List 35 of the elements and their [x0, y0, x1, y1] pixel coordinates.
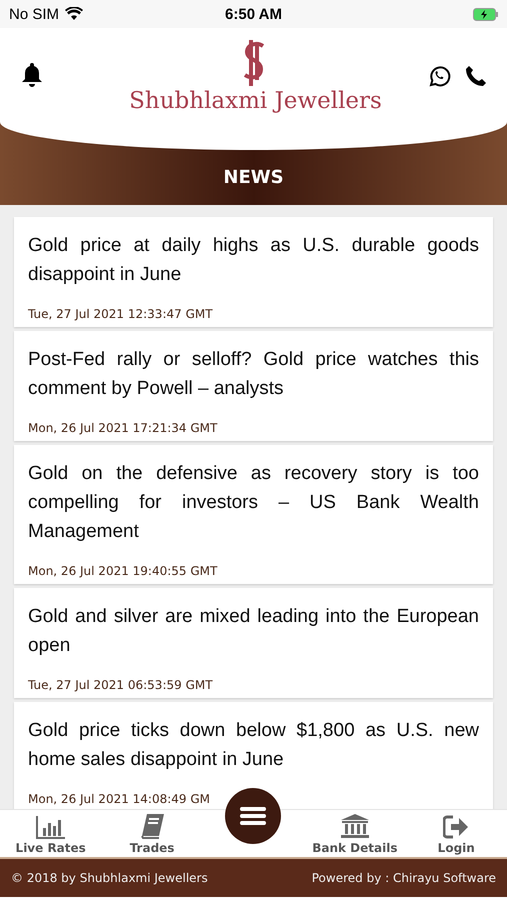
news-date: Tue, 27 Jul 2021 12:33:47 GMT — [28, 307, 214, 321]
nav-tab[interactable]: Login — [411, 810, 502, 857]
page-title: NEWS — [223, 166, 284, 190]
news-card[interactable]: Post-Fed rally or selloff? Gold price watches this comment by Powell – analysts Mon, 26 Jul 2021 17:21:34 GMT — [14, 331, 493, 441]
news-headline: Gold price ticks down below $1,800 as U.S. new home sales disappoint in June — [28, 719, 479, 772]
bar-chart-icon — [36, 815, 66, 839]
news-card[interactable]: Gold price at daily highs as U.S. durable goods disappoint in June Tue, 27 Jul 2021 12:33:47 GMT — [14, 217, 493, 327]
nav-tab[interactable]: Trades — [107, 810, 198, 857]
carrier: No SIM — [9, 6, 60, 22]
news-card[interactable]: Gold price ticks down below $1,800 as U.S. new home sales disappoint in June Mon, 26 Jul 2021 14:08:49 GM — [14, 702, 493, 809]
news-headline: Gold and silver are mixed leading into the European open — [28, 605, 479, 658]
brand-name: Shubhlaxmi Jewellers — [129, 88, 382, 114]
login-icon — [443, 815, 470, 839]
news-headline: Gold price at daily highs as U.S. durable goods disappoint in June — [28, 234, 479, 287]
news-date: Tue, 27 Jul 2021 06:53:59 GMT — [28, 678, 214, 692]
powered-by-text: Powered by : Chirayu Software — [312, 871, 496, 885]
battery-icon — [473, 8, 499, 20]
clock: 6:50 AM — [225, 6, 282, 22]
news-headline: Post-Fed rally or selloff? Gold price watches this comment by Powell – analysts — [28, 348, 479, 401]
nav-tab[interactable]: Bank Details — [310, 810, 400, 857]
news-date: Mon, 26 Jul 2021 19:40:55 GMT — [28, 564, 218, 578]
whatsapp-icon[interactable] — [427, 64, 451, 88]
news-card[interactable]: Gold on the defensive as recovery story is too compelling for investors – US Bank Wealth Management Mon, 26 Jul 2021 19:40:55 GMT — [14, 445, 493, 584]
nav-tab[interactable]: Live Rates — [6, 810, 96, 857]
bank-icon — [340, 813, 370, 839]
news-date: Mon, 26 Jul 2021 17:21:34 GMT — [28, 421, 218, 435]
copyright-text: © 2018 by Shubhlaxmi Jewellers — [11, 871, 208, 885]
bell-icon[interactable] — [20, 61, 44, 87]
menu-icon — [240, 806, 266, 826]
news-headline: Gold on the defensive as recovery story is too compelling for investors – US Bank Wealth Management — [28, 462, 479, 544]
book-icon — [139, 813, 166, 839]
news-date: Mon, 26 Jul 2021 14:08:49 GM — [28, 792, 212, 806]
wifi-icon — [65, 7, 84, 21]
news-card[interactable]: Gold and silver are mixed leading into the European open Tue, 27 Jul 2021 06:53:59 GMT — [14, 588, 493, 698]
phone-icon[interactable] — [465, 65, 487, 87]
